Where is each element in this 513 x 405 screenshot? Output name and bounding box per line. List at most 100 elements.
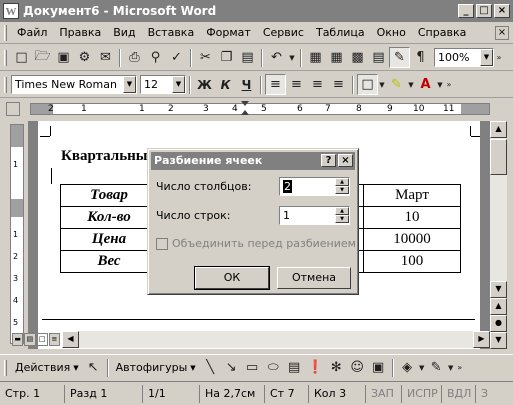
borders-dropdown-icon[interactable]: ▼ xyxy=(378,74,386,95)
font-name-select[interactable]: Times New Roman ▼ xyxy=(11,75,137,94)
font-color-icon[interactable]: A xyxy=(415,74,436,95)
scroll-up-icon[interactable]: ▲ xyxy=(490,121,507,138)
drawing-icon[interactable]: ✎ xyxy=(389,47,410,68)
chevron-down-icon[interactable]: ▼ xyxy=(123,76,136,93)
arrow-icon[interactable]: ↘ xyxy=(221,357,242,378)
insert-table-icon[interactable]: ▦ xyxy=(326,47,347,68)
status-track-changes[interactable]: ИСПР xyxy=(402,384,442,403)
title-bar[interactable]: W Документ6 - Microsoft Word _ □ × xyxy=(0,0,513,22)
table-cell[interactable]: Март xyxy=(363,184,461,207)
cancel-button[interactable]: Отмена xyxy=(277,267,351,289)
table-cell[interactable]: 10000 xyxy=(363,228,461,251)
email-icon[interactable]: ✉ xyxy=(95,47,116,68)
normal-view-icon[interactable]: ▬ xyxy=(12,332,24,346)
autoshapes-menu[interactable]: Автофигуры ▼ xyxy=(112,361,200,374)
wordart-icon[interactable]: ❗ xyxy=(305,357,326,378)
scroll-thumb[interactable] xyxy=(490,139,507,175)
toolbar-options-icon[interactable]: » xyxy=(494,47,504,68)
justify-icon[interactable]: ≡ xyxy=(328,74,349,95)
align-center-icon[interactable]: ≡ xyxy=(286,74,307,95)
open-folder-icon[interactable]: 🗁 xyxy=(32,47,53,68)
paste-icon[interactable]: ▤ xyxy=(237,47,258,68)
vertical-ruler[interactable]: 1 1 2 3 4 5 xyxy=(10,124,24,344)
merge-before-split-option[interactable]: Объединить перед разбиением xyxy=(156,237,356,250)
menu-window[interactable]: Окно xyxy=(371,26,412,39)
document-close-button[interactable]: × xyxy=(495,25,509,40)
fill-color-icon[interactable]: ◈ xyxy=(397,357,418,378)
menu-file[interactable]: Файл xyxy=(11,26,53,39)
table-cell[interactable]: 100 xyxy=(363,250,461,273)
menu-insert[interactable]: Вставка xyxy=(142,26,201,39)
chevron-down-icon[interactable]: ▼ xyxy=(480,49,493,66)
undo-icon[interactable]: ↶ xyxy=(266,47,287,68)
font-size-select[interactable]: 12 ▼ xyxy=(140,75,186,94)
permission-icon[interactable]: ⚙ xyxy=(74,47,95,68)
ok-button[interactable]: ОК xyxy=(194,266,270,290)
toolbar-grip[interactable] xyxy=(4,359,7,376)
picture-icon[interactable]: ▣ xyxy=(368,357,389,378)
word-app-icon[interactable]: W xyxy=(3,3,19,19)
text-box-icon[interactable]: ▤ xyxy=(284,357,305,378)
show-formatting-icon[interactable]: ¶ xyxy=(410,47,431,68)
columns-icon[interactable]: ▤ xyxy=(368,47,389,68)
previous-page-icon[interactable]: ▲ xyxy=(490,298,507,315)
status-record-macro[interactable]: ЗАП xyxy=(366,384,402,403)
actions-menu[interactable]: Действия ▼ xyxy=(11,361,83,374)
clipart-icon[interactable]: ☺ xyxy=(347,357,368,378)
toolbar-grip[interactable] xyxy=(4,49,7,66)
fill-color-dropdown-icon[interactable]: ▼ xyxy=(418,357,426,378)
scroll-right-icon[interactable]: ▶ xyxy=(473,331,490,348)
status-overtype[interactable]: З xyxy=(476,385,496,403)
menu-format[interactable]: Формат xyxy=(200,26,257,39)
copy-icon[interactable]: ❐ xyxy=(216,47,237,68)
table-cell[interactable]: Кол-во xyxy=(60,206,158,229)
scroll-left-icon[interactable]: ◀ xyxy=(62,331,79,348)
tab-stop-selector[interactable] xyxy=(6,102,20,116)
indent-marker-icon[interactable] xyxy=(241,110,249,115)
menu-help[interactable]: Справка xyxy=(412,26,472,39)
toolbar-options-icon[interactable]: » xyxy=(455,357,465,378)
next-page-icon[interactable]: ▼ xyxy=(490,332,507,349)
oval-icon[interactable]: ⬭ xyxy=(263,357,284,378)
rows-spinner[interactable]: 1 ▲ ▼ xyxy=(279,206,350,225)
menu-tools[interactable]: Сервис xyxy=(257,26,310,39)
close-button[interactable]: × xyxy=(494,4,510,18)
menu-table[interactable]: Таблица xyxy=(310,26,371,39)
toolbar-grip[interactable] xyxy=(4,76,7,93)
menu-view[interactable]: Вид xyxy=(107,26,141,39)
spin-up-icon[interactable]: ▲ xyxy=(335,207,349,215)
highlight-icon[interactable]: ✎ xyxy=(386,74,407,95)
horizontal-ruler[interactable]: 1 2 1 2 3 4 5 6 7 8 9 10 11 xyxy=(30,101,490,115)
insert-excel-icon[interactable]: ▩ xyxy=(347,47,368,68)
help-button[interactable]: ? xyxy=(321,154,336,167)
document-heading[interactable]: Квартальный xyxy=(61,148,156,165)
minimize-button[interactable]: _ xyxy=(458,4,474,18)
spin-down-icon[interactable]: ▼ xyxy=(335,186,349,194)
status-extend[interactable]: ВДЛ xyxy=(442,384,476,403)
browse-object-icon[interactable]: ● xyxy=(490,315,507,332)
new-document-icon[interactable]: □ xyxy=(11,47,32,68)
zoom-select[interactable]: 100% ▼ xyxy=(434,48,494,67)
maximize-button[interactable]: □ xyxy=(476,4,492,18)
rectangle-icon[interactable]: ▭ xyxy=(242,357,263,378)
chevron-down-icon[interactable]: ▼ xyxy=(172,76,185,93)
italic-button[interactable]: К xyxy=(215,74,236,95)
spelling-icon[interactable]: ✓ xyxy=(166,47,187,68)
line-color-dropdown-icon[interactable]: ▼ xyxy=(447,357,455,378)
highlight-dropdown-icon[interactable]: ▼ xyxy=(407,74,415,95)
toolbar-grip[interactable] xyxy=(4,24,7,41)
line-icon[interactable]: ╲ xyxy=(200,357,221,378)
indent-marker-icon[interactable] xyxy=(241,101,249,106)
dialog-close-button[interactable]: × xyxy=(338,154,353,167)
align-left-icon[interactable]: ≡ xyxy=(265,74,286,95)
toolbar-options-icon[interactable]: » xyxy=(444,74,454,95)
table-cell[interactable]: Товар xyxy=(60,184,158,207)
spin-up-icon[interactable]: ▲ xyxy=(335,178,349,186)
outline-view-icon[interactable]: ≡ xyxy=(48,332,60,346)
bold-button[interactable]: Ж xyxy=(194,74,215,95)
columns-spinner[interactable]: 2 ▲ ▼ xyxy=(279,177,350,196)
scroll-down-icon[interactable]: ▼ xyxy=(490,281,507,298)
horizontal-scrollbar[interactable]: ◀ ▶ xyxy=(62,331,490,348)
line-color-icon[interactable]: ✎ xyxy=(426,357,447,378)
web-view-icon[interactable]: ▤ xyxy=(24,332,36,346)
